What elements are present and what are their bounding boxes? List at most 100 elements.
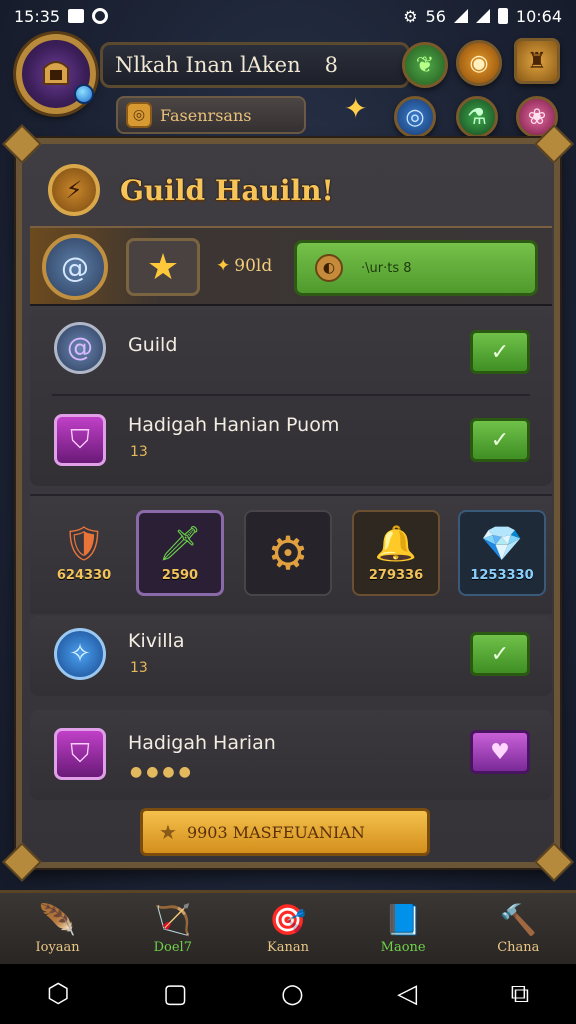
gift-icon: ❀ <box>527 104 547 130</box>
task-title: Kivilla <box>128 630 185 652</box>
divider <box>52 394 530 396</box>
claim-check-button[interactable]: ✓ <box>470 418 530 462</box>
swirl-portal-icon: @ <box>42 234 108 300</box>
status-bar: 15:35 ⚙ 56 10:64 <box>0 0 576 32</box>
claim-check-button[interactable]: ✓ <box>470 330 530 374</box>
target-icon: 🎯 <box>269 902 307 938</box>
reward-items-grid: 🛡 624330 🗡 2590 ⚙ 🔔 279336 💎 1253330 <box>30 494 552 614</box>
gold-amount: 90ld <box>234 256 273 276</box>
check-icon: ✓ <box>490 339 510 365</box>
signal-text: 56 <box>425 6 446 26</box>
nav-label: Doel7 <box>153 939 192 955</box>
acorn-icon: ◐ <box>315 254 343 282</box>
page-title: Guild Hauiln! <box>120 173 334 207</box>
item-slot[interactable]: 🔔 279336 <box>352 510 440 596</box>
recents-square-icon[interactable]: ▢ <box>163 979 188 1009</box>
star-icon: ★ <box>159 820 177 844</box>
check-icon: ✓ <box>490 641 510 667</box>
item-slot[interactable]: 💎 1253330 <box>458 510 546 596</box>
item-value: 2590 <box>161 567 199 583</box>
task-subtitle: 13 <box>130 444 148 460</box>
bow-icon: 🏹 <box>154 902 192 938</box>
nav-label: Ioyaan <box>35 939 80 955</box>
nav-item-maone[interactable]: 📘 Maone <box>353 903 453 955</box>
castle-button[interactable]: ♜ <box>514 38 560 84</box>
task-title: Hadigah Harian <box>128 732 276 754</box>
star-icon: ★ <box>146 246 180 288</box>
drill-icon: ⚙ <box>267 526 309 580</box>
profile-bar: Nlkah Inan lAken 8 ◎ Fasenrsans ✦ ❦ ◉ ♜ … <box>10 32 570 142</box>
status-clock: 10:64 <box>515 6 562 26</box>
spear-icon: 🗡 <box>158 523 202 564</box>
currency-label: Fasenrsans <box>160 105 252 125</box>
status-time: 15:35 <box>14 6 61 26</box>
potion-button[interactable]: ⚗ <box>456 96 498 138</box>
assistant-icon[interactable]: ⬡ <box>47 979 70 1009</box>
featured-reward-row: @ ★ ✦ 90ld ◐ ·\ur·ts 8 <box>30 226 552 306</box>
star-reward-button[interactable]: ★ <box>126 238 200 296</box>
coin-button[interactable]: ◉ <box>456 40 502 86</box>
overview-icon[interactable]: ⧉ <box>511 979 530 1010</box>
horn-icon: 🔔 <box>374 523 418 564</box>
corner-ornament <box>2 842 42 882</box>
check-icon: ✓ <box>490 427 510 453</box>
back-icon[interactable]: ◁ <box>397 979 417 1009</box>
potion-icon: ⚗ <box>467 104 487 130</box>
purple-shield-icon: ⛉ <box>54 728 106 780</box>
wifi-icon <box>453 9 468 23</box>
gold-star-icon: ✦ <box>216 256 231 276</box>
nav-label: Chana <box>497 939 540 955</box>
gold-reward: ✦ 90ld <box>216 256 272 276</box>
task-title: Hadigah Hanian Puom <box>128 414 340 436</box>
notification-icon <box>68 9 85 23</box>
panel-header: ⚡ Guild Hauiln! <box>30 152 546 228</box>
item-value: 279336 <box>368 567 424 583</box>
leaf-icon: ❦ <box>415 52 435 78</box>
target-icon: ◎ <box>405 104 425 130</box>
task-row: ⛉ Hadigah Harian ●●●● ♥ <box>30 710 552 800</box>
avatar-gem-icon <box>74 84 94 104</box>
purple-shield-icon: ⛉ <box>54 414 106 466</box>
coin-badge-icon: ◉ <box>469 50 489 76</box>
bottom-nav: 🪶 Ioyaan 🏹 Doel7 🎯 Kanan 📘 Maone 🔨 Chana <box>0 890 576 964</box>
item-value: 1253330 <box>470 567 534 583</box>
nav-item-doel7[interactable]: 🏹 Doel7 <box>123 903 223 955</box>
claim-all-button[interactable]: ★ 9903 MASFEUANIAN <box>140 808 430 856</box>
nav-label: Maone <box>380 939 426 955</box>
task-row: ✧ Kivilla 13 ✓ <box>30 616 552 696</box>
claim-check-button[interactable]: ✓ <box>470 632 530 676</box>
featured-claim-button[interactable]: ◐ ·\ur·ts 8 <box>294 240 538 296</box>
player-name-plate: Nlkah Inan lAken 8 <box>100 42 410 88</box>
guild-emblem-icon: ⚡ <box>48 164 100 216</box>
nav-item-ioyaan[interactable]: 🪶 Ioyaan <box>8 903 108 955</box>
currency-plate[interactable]: ◎ Fasenrsans <box>116 96 306 134</box>
nav-item-chana[interactable]: 🔨 Chana <box>468 903 568 955</box>
progress-dots: ●●●● <box>130 764 195 780</box>
castle-icon: ♜ <box>527 48 547 74</box>
cell-signal-icon <box>475 9 490 23</box>
gift-claim-button[interactable]: ♥ <box>470 730 530 774</box>
item-slot[interactable]: 🛡 624330 <box>40 510 128 596</box>
helmet-icon <box>43 61 69 85</box>
swirl-icon: @ <box>54 322 106 374</box>
avatar[interactable] <box>16 34 96 114</box>
home-icon[interactable]: ○ <box>281 979 304 1009</box>
item-slot[interactable]: 🗡 2590 <box>136 510 224 596</box>
leaf-button[interactable]: ❦ <box>402 42 448 88</box>
blue-orb-wand-icon: ✧ <box>54 628 106 680</box>
nav-item-kanan[interactable]: 🎯 Kanan <box>238 903 338 955</box>
corner-ornament <box>534 842 574 882</box>
shield-icon: 🛡 <box>62 523 106 564</box>
player-name: Nlkah Inan lAken <box>115 53 301 77</box>
coin-icon: ◎ <box>126 102 152 128</box>
nav-label: Kanan <box>266 939 309 955</box>
item-slot[interactable]: ⚙ <box>244 510 332 596</box>
battery-icon <box>497 8 508 24</box>
target-button[interactable]: ◎ <box>394 96 436 138</box>
item-value: 624330 <box>56 567 112 583</box>
sparkle-icon: ✦ <box>344 92 368 125</box>
task-title: Guild <box>128 334 178 356</box>
quill-icon: 🪶 <box>38 902 77 938</box>
sync-icon <box>92 8 109 24</box>
guild-panel: ⚡ Guild Hauiln! @ ★ ✦ 90ld ◐ ·\ur·ts 8 @… <box>2 124 574 882</box>
